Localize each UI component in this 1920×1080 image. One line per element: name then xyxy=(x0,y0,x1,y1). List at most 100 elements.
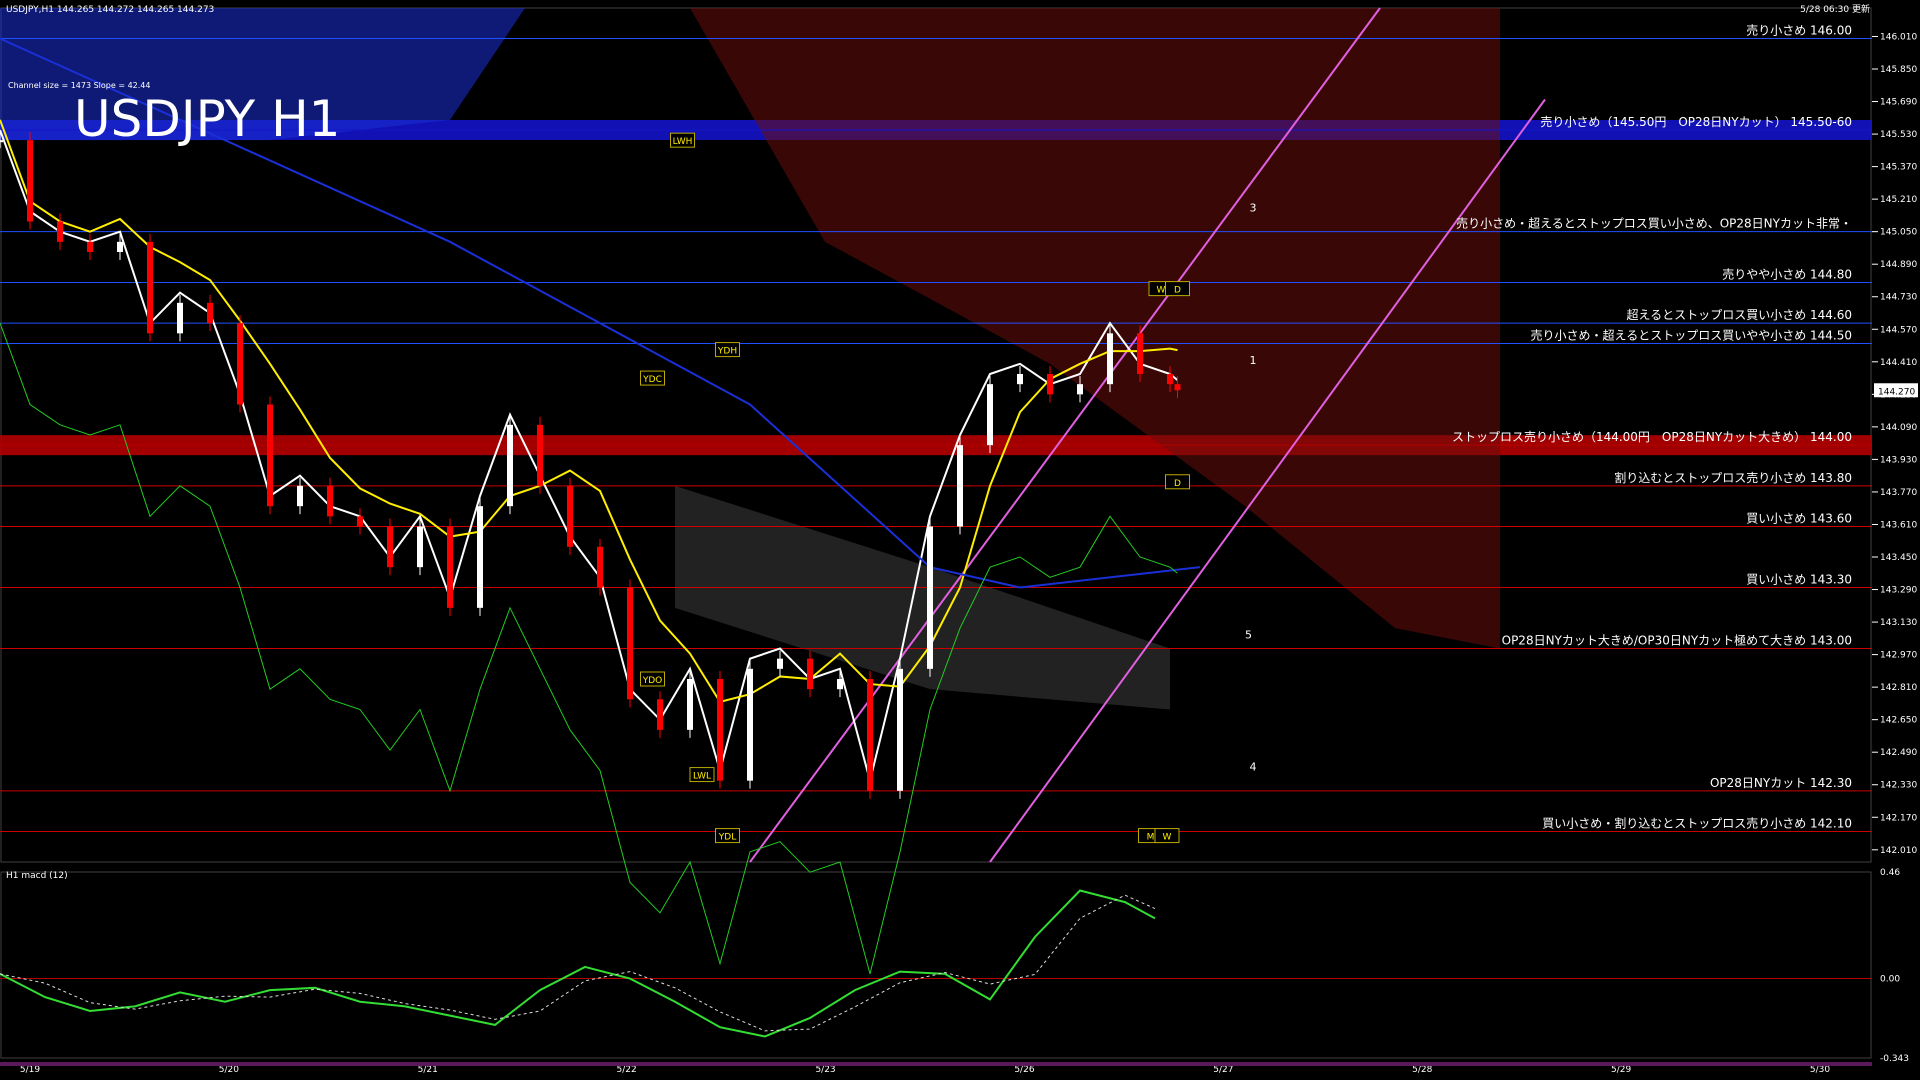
wave-label-3: 5 xyxy=(1245,628,1252,641)
candle-body-40 xyxy=(1174,384,1181,391)
candle-body-27 xyxy=(807,658,813,690)
y-tick-label-1: 145.850 xyxy=(1880,65,1917,75)
candle-body-14 xyxy=(417,526,423,568)
y-tick-label-22: 142.490 xyxy=(1880,748,1917,758)
usdjpy-h1-chart[interactable]: LWHYDHYDCYDOLWLYDLW DDM W1345 売り小さめ 146.00… xyxy=(0,0,1920,1080)
price-level-label-5: 売り小さめ・超えるとストップロス買いやや小さめ 144.50 xyxy=(1531,328,1852,343)
candle-body-16 xyxy=(477,506,483,608)
wave-label-2: 4 xyxy=(1250,761,1257,774)
y-tick-label-24: 142.170 xyxy=(1880,813,1917,823)
y-tick-label-5: 145.210 xyxy=(1880,195,1917,205)
date-label-5: 5/26 xyxy=(1014,1065,1034,1075)
y-tick-label-18: 143.130 xyxy=(1880,618,1917,628)
candle-body-25 xyxy=(747,668,753,781)
candle-body-11 xyxy=(327,485,333,517)
date-label-4: 5/23 xyxy=(815,1065,835,1075)
y-tick-label-12: 144.090 xyxy=(1880,423,1917,433)
price-level-label-2: 売り小さめ・超えるとストップロス買い小さめ、OP28日NYカット非常・ xyxy=(1456,216,1852,231)
header-left: USDJPY,H1 144.265 144.272 144.265 144.27… xyxy=(6,5,214,15)
y-tick-label-0: 146.010 xyxy=(1880,32,1917,42)
price-level-label-3: 売りやや小さめ 144.80 xyxy=(1722,267,1852,282)
candle-body-2 xyxy=(57,221,63,242)
date-axis: 5/19 5/20 5/21 5/22 5/23 5/26 5/27 5/28 5/29 5/30 xyxy=(0,1062,1872,1075)
candle-body-17 xyxy=(507,424,513,507)
marker-text-10: W xyxy=(1163,833,1172,843)
candle-body-33 xyxy=(987,384,993,446)
candle-body-35 xyxy=(1047,374,1053,395)
marker-text-7: D xyxy=(1174,286,1181,296)
price-level-label-10: OP28日NYカット大きめ/OP30日NYカット極めて大きめ 143.00 xyxy=(1502,633,1852,648)
macd-signal-line xyxy=(0,894,1156,1032)
candle-body-21 xyxy=(627,587,633,700)
marker-text-3: YDO xyxy=(642,676,663,686)
candle-body-24 xyxy=(717,679,723,781)
y-tick-label-16: 143.450 xyxy=(1880,553,1917,563)
price-level-label-0: 売り小さめ 146.00 xyxy=(1746,23,1852,38)
marker-text-1: YDH xyxy=(717,347,737,357)
y-tick-label-14: 143.770 xyxy=(1880,488,1917,498)
y-tick-label-20: 142.810 xyxy=(1880,683,1917,693)
price-level-label-9: 買い小さめ 143.30 xyxy=(1746,573,1852,587)
y-tick-label-7: 144.890 xyxy=(1880,260,1917,270)
candle-body-9 xyxy=(267,404,273,507)
candle-body-19 xyxy=(567,485,573,547)
candle-body-22 xyxy=(657,699,663,730)
y-tick-label-8: 144.730 xyxy=(1880,293,1917,303)
candle-body-1 xyxy=(27,140,33,222)
marker-text-6: W xyxy=(1157,286,1166,296)
candle-body-31 xyxy=(927,526,933,669)
candle-body-37 xyxy=(1107,333,1113,385)
candle-body-32 xyxy=(957,445,963,527)
macd-label: H1 macd (12) xyxy=(6,871,68,881)
date-label-2: 5/21 xyxy=(418,1065,438,1075)
price-level-label-1: 売り小さめ（145.50円 OP28日NYカット） 145.50-60 xyxy=(1540,114,1852,129)
date-label-3: 5/22 xyxy=(617,1065,637,1075)
candle-body-20 xyxy=(597,546,603,588)
date-label-6: 5/27 xyxy=(1213,1065,1233,1075)
date-label-7: 5/28 xyxy=(1412,1065,1432,1075)
candle-body-34 xyxy=(1017,374,1023,385)
candle-body-38 xyxy=(1137,333,1143,374)
macd-panel: 0.46 0.00 -0.343 xyxy=(0,868,1909,1064)
macd-line xyxy=(0,889,1156,1038)
marker-text-5: YDL xyxy=(718,833,736,843)
candle-body-18 xyxy=(537,424,543,486)
y-tick-label-25: 142.010 xyxy=(1880,846,1917,856)
macd-tick-label-0: 0.46 xyxy=(1880,868,1900,878)
y-tick-label-13: 143.930 xyxy=(1880,455,1917,465)
candle-body-0 xyxy=(0,140,3,143)
marker-text-9: M xyxy=(1147,833,1155,843)
y-tick-label-2: 145.690 xyxy=(1880,98,1917,108)
y-tick-label-4: 145.370 xyxy=(1880,163,1917,173)
price-axis: 146.010 145.850 145.690 145.530 145.370 145.2… xyxy=(1872,32,1918,856)
price-level-label-4: 超えるとストップロス買い小さめ 144.60 xyxy=(1627,307,1852,322)
channel-info: Channel size = 1473 Slope = 42.44 xyxy=(8,81,150,90)
candle-body-6 xyxy=(177,302,183,334)
price-level-label-12: 買い小さめ・割り込むとストップロス売り小さめ 142.10 xyxy=(1542,816,1852,831)
y-tick-label-19: 142.970 xyxy=(1880,651,1917,661)
y-tick-label-21: 142.650 xyxy=(1880,716,1917,726)
y-tick-label-6: 145.050 xyxy=(1880,228,1917,238)
y-tick-label-23: 142.330 xyxy=(1880,781,1917,791)
marker-text-0: LWH xyxy=(673,137,693,147)
candle-body-26 xyxy=(777,658,783,669)
session-color-bar xyxy=(0,1062,1872,1066)
price-level-label-11: OP28日NYカット 142.30 xyxy=(1710,776,1852,790)
candle-body-8 xyxy=(237,323,243,405)
candle-body-12 xyxy=(357,516,363,527)
y-tick-label-9: 144.570 xyxy=(1880,325,1917,335)
price-level-label-8: 買い小さめ 143.60 xyxy=(1746,512,1852,526)
marker-text-4: LWL xyxy=(693,772,711,782)
price-level-label-7: 割り込むとストップロス売り小さめ 143.80 xyxy=(1614,470,1852,485)
price-level-label-6: ストップロス売り小さめ（144.00円 OP28日NYカット大きめ） 144.0… xyxy=(1452,429,1852,444)
candle-body-28 xyxy=(837,679,843,690)
marker-text-8: D xyxy=(1174,479,1181,489)
macd-tick-label-1: 0.00 xyxy=(1880,975,1900,985)
macd-tick-label-2: -0.343 xyxy=(1880,1054,1909,1064)
y-tick-label-10: 144.410 xyxy=(1880,358,1917,368)
chart-big-title: USDJPY H1 xyxy=(74,90,340,148)
candle-body-30 xyxy=(897,668,903,791)
candle-body-15 xyxy=(447,526,453,608)
candle-body-3 xyxy=(87,241,93,252)
candle-body-13 xyxy=(387,526,393,568)
